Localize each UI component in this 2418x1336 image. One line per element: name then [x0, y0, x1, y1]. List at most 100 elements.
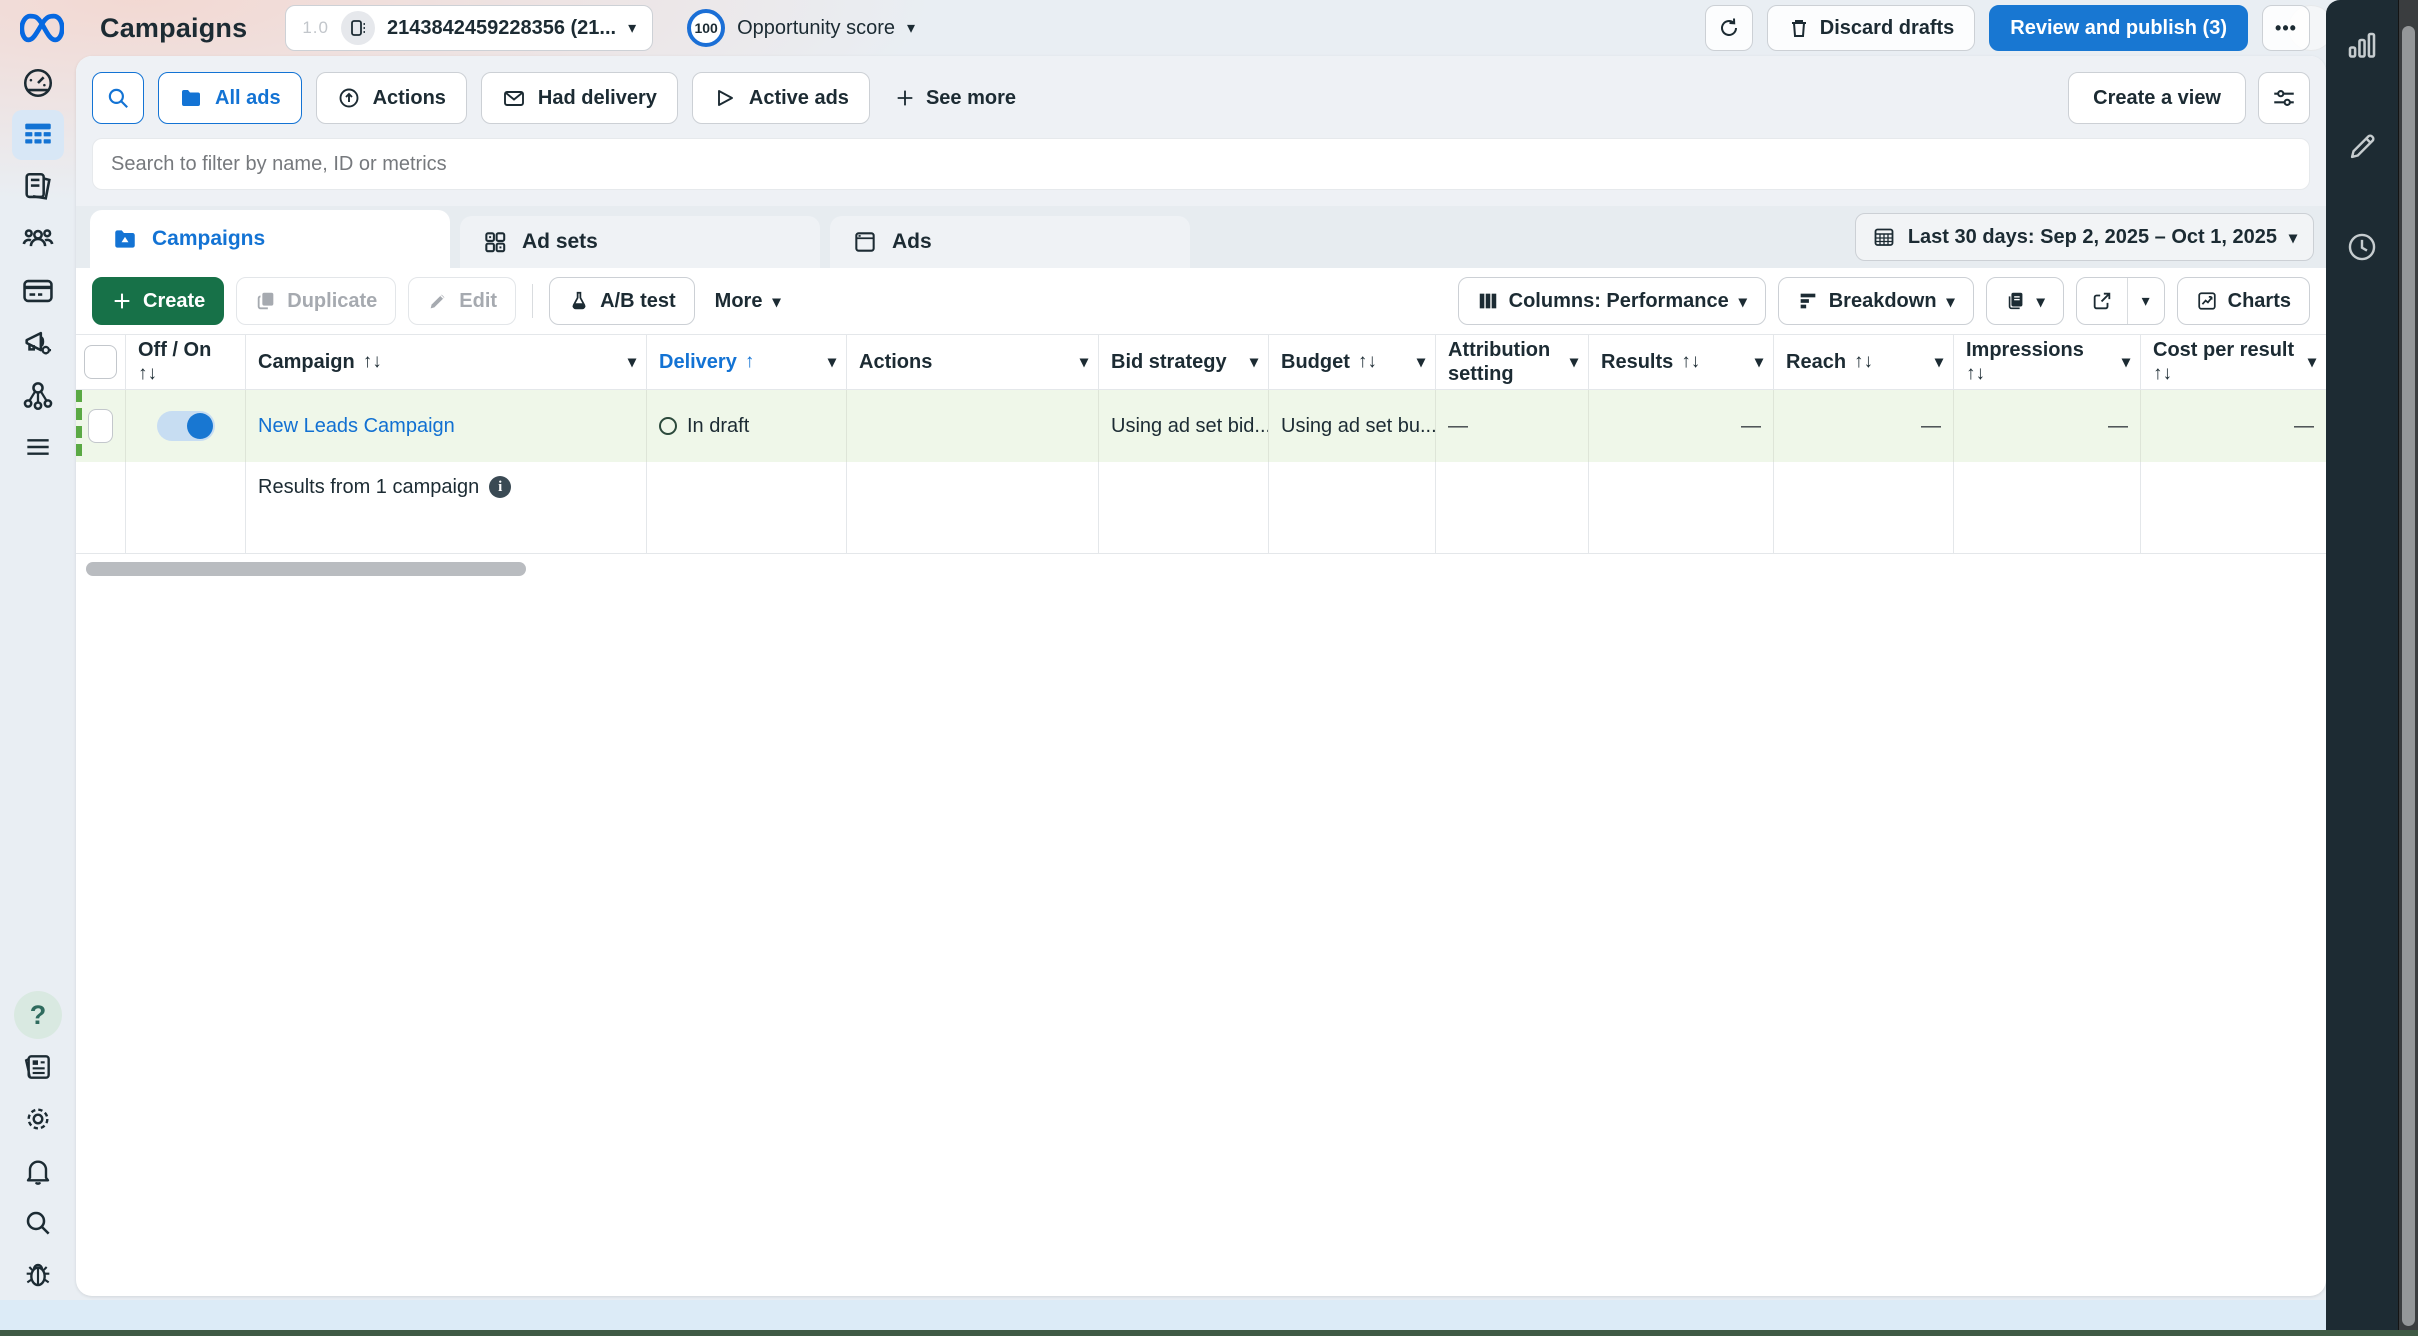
column-header-budget[interactable]: Budget ↑↓: [1269, 335, 1436, 389]
column-header-actions[interactable]: Actions: [847, 335, 1099, 389]
review-and-publish-button[interactable]: Review and publish (3): [1989, 5, 2248, 51]
filter-pill-label: Actions: [373, 87, 446, 110]
edit-button[interactable]: Edit: [408, 277, 516, 325]
tab-ads[interactable]: Ads: [830, 216, 1190, 268]
column-label: Impressions: [1966, 338, 2084, 362]
nav-help[interactable]: ?: [12, 990, 64, 1040]
chevron-down-icon[interactable]: [1570, 349, 1578, 375]
search-input[interactable]: [92, 138, 2310, 190]
filter-pill-had-delivery[interactable]: Had delivery: [481, 72, 678, 124]
search-row: [76, 138, 2326, 206]
nav-settings[interactable]: [12, 1094, 64, 1144]
column-header-results[interactable]: Results ↑↓: [1589, 335, 1774, 389]
export-options-button[interactable]: [2128, 278, 2164, 324]
refresh-button[interactable]: [1705, 5, 1753, 51]
meta-logo-icon[interactable]: [20, 13, 64, 43]
chevron-down-icon[interactable]: [2308, 349, 2316, 375]
columns-icon: [1477, 290, 1499, 312]
create-a-view-button[interactable]: Create a view: [2068, 72, 2246, 124]
column-header-attribution-setting[interactable]: Attribution setting: [1436, 335, 1589, 389]
chevron-down-icon[interactable]: [828, 349, 836, 375]
more-button[interactable]: More: [707, 290, 789, 313]
column-label: Results: [1601, 350, 1673, 374]
column-header-reach[interactable]: Reach ↑↓: [1774, 335, 1954, 389]
duplicate-button[interactable]: Duplicate: [236, 277, 396, 325]
chevron-down-icon[interactable]: [1417, 349, 1425, 375]
nav-account-overview[interactable]: [12, 58, 64, 108]
column-header-cost-per-result[interactable]: Cost per result ↑↓: [2141, 335, 2326, 389]
campaign-toggle[interactable]: [157, 411, 215, 441]
create-button[interactable]: Create: [92, 277, 224, 325]
summary-cell: [2141, 462, 2326, 553]
nav-campaigns[interactable]: [12, 110, 64, 160]
budget-cell: Using ad set bu...: [1269, 390, 1436, 462]
nav-report-a-problem[interactable]: [12, 1250, 64, 1300]
select-all-checkbox[interactable]: [84, 345, 117, 379]
folder-icon: [179, 86, 203, 110]
nav-notifications[interactable]: [12, 1146, 64, 1196]
column-header-delivery[interactable]: Delivery ↑: [647, 335, 847, 389]
chevron-down-icon[interactable]: [1250, 349, 1258, 375]
nav-whats-new[interactable]: [12, 1042, 64, 1092]
more-label: More: [715, 290, 763, 313]
duplicate-icon: [255, 290, 277, 312]
chevron-down-icon[interactable]: [1755, 349, 1763, 375]
column-header-impressions[interactable]: Impressions ↑↓: [1954, 335, 2141, 389]
edit-pencil-icon[interactable]: [2345, 130, 2379, 164]
account-selector[interactable]: 1.0 2143842459228356 (21...: [285, 5, 653, 51]
insights-bar-chart-icon[interactable]: [2344, 28, 2380, 64]
filter-pill-actions[interactable]: Actions: [316, 72, 467, 124]
nav-all-tools[interactable]: [12, 422, 64, 472]
level-tabs: Campaigns Ad sets Ads Last 30 days: Sep …: [76, 206, 2326, 268]
columns-button[interactable]: Columns: Performance: [1458, 277, 1766, 325]
filter-search-button[interactable]: [92, 72, 144, 124]
main-content-card: All ads Actions Had delivery Active ads …: [76, 56, 2326, 1296]
tab-ad-sets[interactable]: Ad sets: [460, 216, 820, 268]
nav-search[interactable]: [12, 1198, 64, 1248]
charts-button[interactable]: Charts: [2177, 277, 2310, 325]
chevron-down-icon[interactable]: [1935, 349, 1943, 375]
discard-drafts-button[interactable]: Discard drafts: [1767, 5, 1976, 51]
chevron-down-icon[interactable]: [1080, 349, 1088, 375]
play-outline-icon: [713, 86, 737, 110]
chevron-down-icon[interactable]: [2122, 349, 2130, 375]
view-settings-button[interactable]: [2258, 72, 2310, 124]
flask-icon: [568, 290, 590, 312]
date-range-selector[interactable]: Last 30 days: Sep 2, 2025 – Oct 1, 2025: [1855, 213, 2314, 261]
more-options-button[interactable]: •••: [2262, 5, 2310, 51]
nav-advertising-settings[interactable]: [12, 318, 64, 368]
refresh-icon: [1717, 16, 1741, 40]
column-header-campaign[interactable]: Campaign ↑↓: [246, 335, 647, 389]
sort-arrows-icon: ↑↓: [2153, 362, 2172, 386]
report-pages-icon: [2005, 290, 2027, 312]
nav-billing[interactable]: [12, 266, 64, 316]
column-header-bid-strategy[interactable]: Bid strategy: [1099, 335, 1269, 389]
campaign-name-link[interactable]: New Leads Campaign: [258, 415, 455, 438]
summary-cell: [1436, 462, 1589, 553]
horizontal-scrollbar[interactable]: [86, 562, 526, 576]
help-icon: ?: [14, 991, 62, 1039]
nav-audiences[interactable]: [12, 214, 64, 264]
breakdown-button[interactable]: Breakdown: [1778, 277, 1974, 325]
nav-events-manager[interactable]: [12, 370, 64, 420]
recent-activity-clock-icon[interactable]: [2345, 230, 2379, 264]
see-more-filters[interactable]: See more: [884, 87, 1026, 110]
filter-pill-active-ads[interactable]: Active ads: [692, 72, 870, 124]
column-label: Off / On: [138, 338, 211, 362]
ab-test-button[interactable]: A/B test: [549, 277, 695, 325]
vertical-scrollbar[interactable]: [2398, 0, 2418, 1336]
column-header-off-on[interactable]: Off / On ↑↓: [126, 335, 246, 389]
info-icon[interactable]: i: [489, 476, 511, 498]
sort-asc-icon: ↑: [745, 350, 755, 374]
chevron-down-icon: [2289, 226, 2297, 249]
tab-campaigns[interactable]: Campaigns: [90, 210, 450, 268]
filter-pill-all-ads[interactable]: All ads: [158, 72, 302, 124]
row-checkbox[interactable]: [88, 409, 113, 443]
chevron-down-icon[interactable]: [628, 349, 636, 375]
account-avatar-icon: [341, 11, 375, 45]
reports-button[interactable]: [1986, 277, 2064, 325]
opportunity-score[interactable]: 100 Opportunity score: [687, 9, 915, 47]
export-button[interactable]: [2077, 278, 2128, 324]
nav-ads-reporting[interactable]: [12, 162, 64, 212]
scrollbar-thumb[interactable]: [2402, 26, 2415, 1326]
